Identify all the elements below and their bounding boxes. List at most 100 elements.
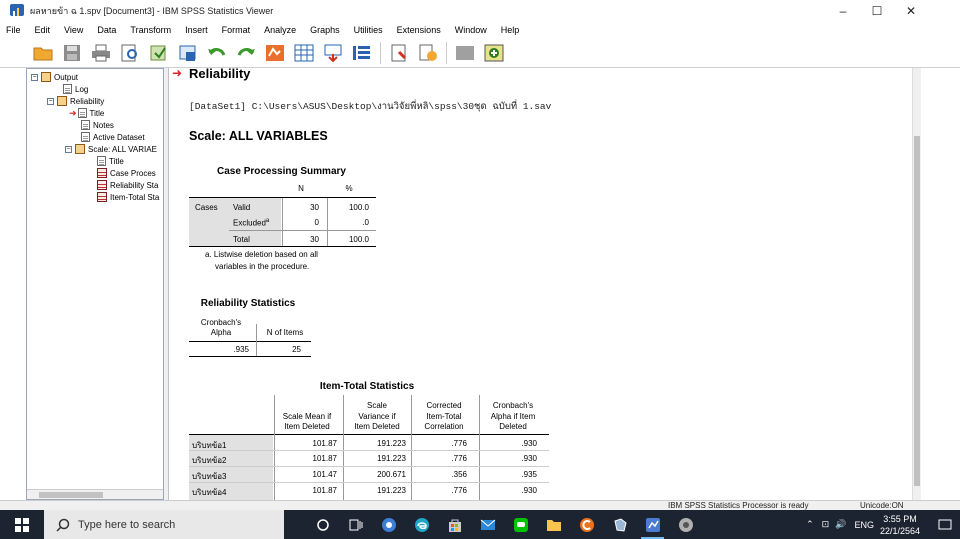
insert-output-icon[interactable] — [417, 42, 439, 64]
case-processing-table[interactable]: Case Processing Summary N % Cases Valid … — [189, 164, 379, 264]
tree-node-output[interactable]: − Output — [31, 71, 78, 83]
file-explorer-icon[interactable] — [537, 510, 570, 539]
footnote: variables in the procedure. — [215, 262, 310, 271]
clock-time: 3:55 PM — [883, 513, 917, 524]
menu-insert[interactable]: Insert — [185, 25, 208, 35]
tree-node-title[interactable]: ➜ Title — [69, 107, 104, 119]
scrollbar-thumb[interactable] — [914, 136, 920, 486]
table-cell: .935 — [521, 470, 537, 479]
table-cell: 101.87 — [312, 454, 337, 463]
menu-extensions[interactable]: Extensions — [397, 25, 441, 35]
output-content-pane: ➜ Reliability [DataSet1] C:\Users\ASUS\D… — [168, 68, 912, 500]
print-icon[interactable] — [90, 42, 112, 64]
column-header: Scale Mean if — [282, 412, 332, 421]
tree-node-item-total[interactable]: Item-Total Sta — [97, 191, 159, 203]
browser-icon[interactable] — [669, 510, 702, 539]
undo-icon[interactable] — [206, 42, 228, 64]
tree-node-active-dataset[interactable]: Active Dataset — [81, 131, 145, 143]
item-total-statistics-table[interactable]: Item-Total Statistics Scale Mean if Item… — [189, 380, 559, 500]
table-icon — [97, 192, 107, 202]
outline-pane[interactable]: − Output Log − Reliability ➜ Title Notes… — [26, 68, 164, 500]
close-button[interactable]: ✕ — [894, 0, 928, 22]
dataset-path[interactable]: [DataSet1] C:\Users\ASUS\Desktop\งานวิจั… — [189, 99, 551, 114]
tree-node-reliability-stats[interactable]: Reliability Sta — [97, 179, 158, 191]
reliability-statistics-table[interactable]: Reliability Statistics Cronbach's Alpha … — [189, 296, 314, 358]
scale-heading[interactable]: Scale: ALL VARIABLES — [189, 129, 328, 143]
menu-graphs[interactable]: Graphs — [310, 25, 340, 35]
menu-help[interactable]: Help — [501, 25, 520, 35]
document-icon — [81, 120, 90, 130]
volume-icon[interactable]: 🔊 — [835, 519, 846, 530]
goto-data-icon[interactable] — [264, 42, 286, 64]
table-cell: .776 — [451, 439, 467, 448]
menu-window[interactable]: Window — [455, 25, 487, 35]
row-group-label: Cases — [195, 203, 218, 212]
reliability-heading[interactable]: Reliability — [189, 68, 250, 81]
collapse-toggle[interactable]: − — [65, 145, 72, 153]
collapse-toggle[interactable]: − — [47, 97, 54, 105]
document-icon — [63, 84, 72, 94]
scrollbar-thumb[interactable] — [39, 492, 103, 498]
open-folder-icon[interactable] — [32, 42, 54, 64]
recall-dialog-icon[interactable] — [177, 42, 199, 64]
goto-variable-icon[interactable] — [322, 42, 344, 64]
save-icon[interactable] — [61, 42, 83, 64]
notification-icon[interactable] — [930, 510, 960, 539]
menu-analyze[interactable]: Analyze — [264, 25, 296, 35]
clock-date: 22/1/2564 — [879, 525, 920, 536]
menu-view[interactable]: View — [64, 25, 83, 35]
book-icon — [57, 96, 67, 106]
outline-horizontal-scrollbar[interactable] — [27, 489, 163, 499]
start-button[interactable] — [0, 510, 44, 539]
clock[interactable]: 3:55 PM 22/1/2564 — [880, 513, 920, 537]
table-cell: 100.0 — [348, 203, 369, 212]
chevron-up-icon[interactable]: ⌃ — [806, 519, 814, 530]
minimize-button[interactable]: – — [826, 0, 860, 22]
edge-icon[interactable] — [405, 510, 438, 539]
menu-utilities[interactable]: Utilities — [354, 25, 383, 35]
processor-status: IBM SPSS Statistics Processor is ready — [668, 501, 809, 510]
goto-case-icon[interactable] — [293, 42, 315, 64]
language-indicator[interactable]: ENG — [854, 520, 874, 530]
store-icon[interactable] — [438, 510, 471, 539]
puzzle-icon[interactable] — [603, 510, 636, 539]
network-icon[interactable]: ⊡ — [822, 519, 830, 530]
row-label: Total — [233, 235, 250, 244]
tree-node-scale[interactable]: − Scale: ALL VARIAE — [65, 143, 157, 155]
tree-node-scale-title[interactable]: Title — [97, 155, 124, 167]
export-icon[interactable] — [148, 42, 170, 64]
tree-node-case-processing[interactable]: Case Proces — [97, 167, 156, 179]
table-cell: .930 — [521, 486, 537, 495]
maximize-button[interactable]: ☐ — [860, 0, 894, 22]
collapse-toggle[interactable]: − — [31, 73, 38, 81]
task-view-icon[interactable] — [339, 510, 372, 539]
line-icon[interactable] — [504, 510, 537, 539]
print-preview-icon[interactable] — [119, 42, 141, 64]
disabled-icon — [454, 42, 476, 64]
table-cell: 101.47 — [312, 470, 337, 479]
tree-node-log[interactable]: Log — [63, 83, 88, 95]
cortana-icon[interactable] — [306, 510, 339, 539]
search-placeholder: Type here to search — [78, 518, 176, 531]
content-vertical-scrollbar[interactable] — [912, 68, 921, 500]
unicode-status: Unicode:ON — [860, 501, 904, 510]
designate-window-icon[interactable] — [388, 42, 410, 64]
table-cell: 0 — [314, 218, 319, 227]
variables-icon[interactable] — [351, 42, 373, 64]
table-title: Case Processing Summary — [217, 166, 346, 177]
table-cell: 191.223 — [377, 486, 406, 495]
spss-taskbar-icon[interactable] — [636, 510, 669, 539]
redo-icon[interactable] — [235, 42, 257, 64]
menu-transform[interactable]: Transform — [130, 25, 171, 35]
menu-edit[interactable]: Edit — [35, 25, 51, 35]
menu-data[interactable]: Data — [97, 25, 116, 35]
menu-format[interactable]: Format — [222, 25, 251, 35]
webcam-icon[interactable] — [372, 510, 405, 539]
mail-icon[interactable] — [471, 510, 504, 539]
app-c-icon[interactable] — [570, 510, 603, 539]
add-output-icon[interactable] — [483, 42, 505, 64]
tree-node-notes[interactable]: Notes — [81, 119, 114, 131]
taskbar-search-box[interactable]: Type here to search — [44, 510, 284, 539]
tree-node-reliability[interactable]: − Reliability — [47, 95, 104, 107]
menu-file[interactable]: File — [6, 25, 21, 35]
